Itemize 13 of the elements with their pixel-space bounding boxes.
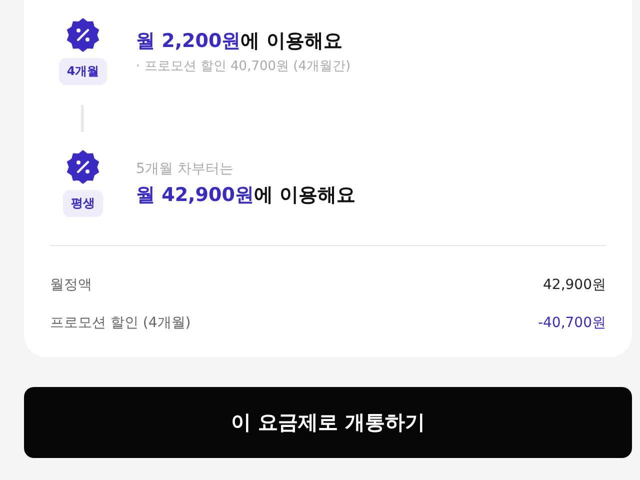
discount-badge-icon — [66, 150, 100, 184]
summary-label: 프로모션 할인 (4개월) — [50, 314, 191, 332]
discount-badge-icon — [66, 18, 100, 52]
summary-value: -40,700원 — [538, 314, 606, 332]
price-title: 월 2,200원에 이용해요 — [136, 28, 344, 54]
period-caption: 5개월 차부터는 — [136, 160, 234, 178]
period-tag: 평생 — [63, 190, 103, 217]
summary-label: 월정액 — [50, 276, 92, 294]
price-title: 월 42,900원에 이용해요 — [136, 182, 356, 208]
period-tag: 4개월 — [58, 58, 108, 85]
summary-value: 42,900원 — [543, 276, 606, 294]
activate-button[interactable]: 이 요금제로 개통하기 — [24, 387, 632, 458]
discount-note: · 프로모션 할인 40,700원 (4개월간) — [136, 58, 351, 76]
